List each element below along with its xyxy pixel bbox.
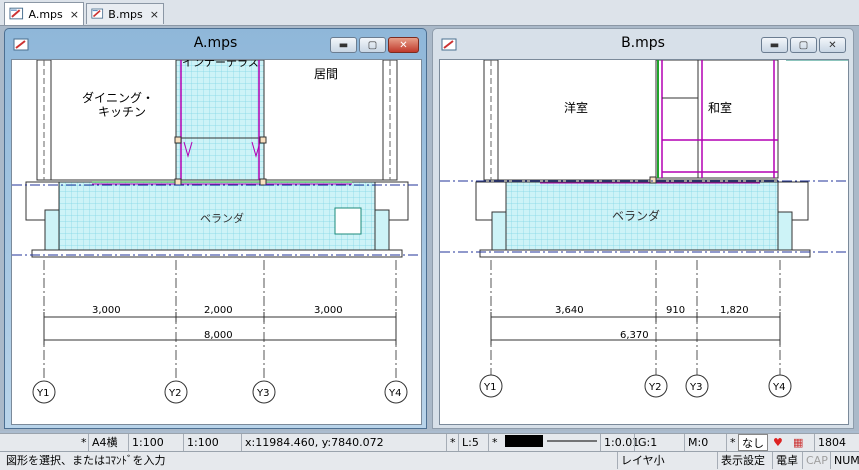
axis-y4: Y4	[388, 388, 401, 399]
room-label-yoshitsu: 洋室	[564, 100, 588, 115]
dim-2: 910	[666, 305, 685, 316]
status-star-3: *	[488, 434, 500, 451]
paper-size[interactable]: A4横	[88, 434, 128, 451]
room-label-living: 居間	[314, 67, 338, 81]
tab-a-mps[interactable]: A.mps ×	[4, 2, 84, 25]
caps-indicator: CAP	[802, 452, 830, 469]
close-button[interactable]: ✕	[819, 37, 846, 53]
drawing-canvas-a[interactable]: ダイニング・ キッチン インナーテラス 居間 ベランダ 3,000 2,000 …	[11, 59, 422, 425]
nashi-select[interactable]: なし	[738, 434, 768, 451]
room-label-veranda: ベランダ	[200, 211, 244, 225]
tab-a-label: A.mps	[28, 7, 63, 21]
ratio[interactable]: 1:0.01	[600, 434, 639, 451]
document-icon	[91, 8, 104, 19]
calendar-icon[interactable]: ▦	[790, 434, 812, 451]
mode-indicator[interactable]: M:0	[684, 434, 726, 451]
minimize-button[interactable]: ▬	[761, 37, 788, 53]
dim-1: 3,640	[555, 305, 584, 316]
dim-1: 3,000	[92, 305, 121, 316]
document-icon	[9, 7, 24, 20]
room-label-dining2: キッチン	[98, 105, 146, 119]
tab-a-close-icon[interactable]: ×	[70, 8, 79, 21]
status-bar-info: * A4横 1:100 1:100 x:11984.460, y:7840.07…	[0, 433, 859, 452]
status-bar-prompt: 図形を選択、またはｺﾏﾝﾄﾞを入力 レイヤ小 表示設定 電卓 CAP NUM	[0, 451, 859, 470]
floor-plan-b: 洋室 和室 ベランダ 3,640 910 1,820 6,370 Y1 Y2 Y…	[440, 60, 848, 398]
document-tab-bar: A.mps × B.mps ×	[0, 0, 859, 26]
group-indicator[interactable]: G:1	[634, 434, 684, 451]
axis-y2: Y2	[168, 388, 181, 399]
window-a[interactable]: A.mps ▬ ▢ ✕ ダイニング・ キッチン インナーテラス 居間 ベランダ …	[4, 28, 427, 429]
dim-2: 2,000	[204, 305, 233, 316]
count: 1804	[814, 434, 854, 451]
room-label-terrace: インナーテラス	[182, 60, 259, 69]
dim-total: 8,000	[204, 330, 233, 341]
heart-icon[interactable]: ♥	[770, 434, 790, 451]
close-button[interactable]: ✕	[388, 37, 419, 53]
washitsu-area	[655, 60, 779, 179]
axis-y2: Y2	[648, 382, 661, 393]
layer-indicator[interactable]: L:5	[458, 434, 488, 451]
maximize-button[interactable]: ▢	[359, 37, 386, 53]
room-label-dining1: ダイニング・	[82, 90, 154, 105]
status-star-1: *	[81, 436, 87, 449]
axis-y3: Y3	[256, 388, 269, 399]
dim-3: 3,000	[314, 305, 343, 316]
calculator[interactable]: 電卓	[772, 452, 802, 469]
axis-y1: Y1	[36, 388, 49, 399]
tab-b-close-icon[interactable]: ×	[150, 8, 159, 21]
drawing-canvas-b[interactable]: 洋室 和室 ベランダ 3,640 910 1,820 6,370 Y1 Y2 Y…	[439, 59, 849, 425]
room-label-washitsu: 和室	[708, 100, 732, 115]
room-label-veranda: ベランダ	[612, 208, 660, 223]
dim-total: 6,370	[620, 330, 649, 341]
status-star-4: *	[726, 434, 738, 451]
inner-terrace-area	[175, 60, 265, 181]
num-indicator: NUM	[830, 452, 859, 469]
window-b[interactable]: B.mps ▬ ▢ ✕ 洋室 和室 ベランダ 3,640 910 1,820 6…	[432, 28, 854, 429]
tab-b-label: B.mps	[108, 7, 143, 21]
scale-2[interactable]: 1:100	[183, 434, 241, 451]
minimize-button[interactable]: ▬	[330, 37, 357, 53]
status-star-2: *	[446, 434, 458, 451]
axis-y1: Y1	[483, 382, 496, 393]
command-prompt: 図形を選択、またはｺﾏﾝﾄﾞを入力	[6, 454, 166, 467]
axis-y4: Y4	[772, 382, 785, 393]
cursor-coordinates: x:11984.460, y:7840.072	[241, 434, 446, 451]
axis-y3: Y3	[689, 382, 702, 393]
line-style-preview[interactable]	[500, 434, 600, 451]
scale-1[interactable]: 1:100	[128, 434, 183, 451]
display-settings[interactable]: 表示設定	[717, 452, 772, 469]
line-type-icon	[505, 435, 597, 447]
maximize-button[interactable]: ▢	[790, 37, 817, 53]
layer-small[interactable]: レイヤ小	[617, 452, 667, 469]
floor-plan-a: ダイニング・ キッチン インナーテラス 居間 ベランダ 3,000 2,000 …	[12, 60, 421, 404]
dim-3: 1,820	[720, 305, 749, 316]
tab-b-mps[interactable]: B.mps ×	[86, 3, 164, 24]
